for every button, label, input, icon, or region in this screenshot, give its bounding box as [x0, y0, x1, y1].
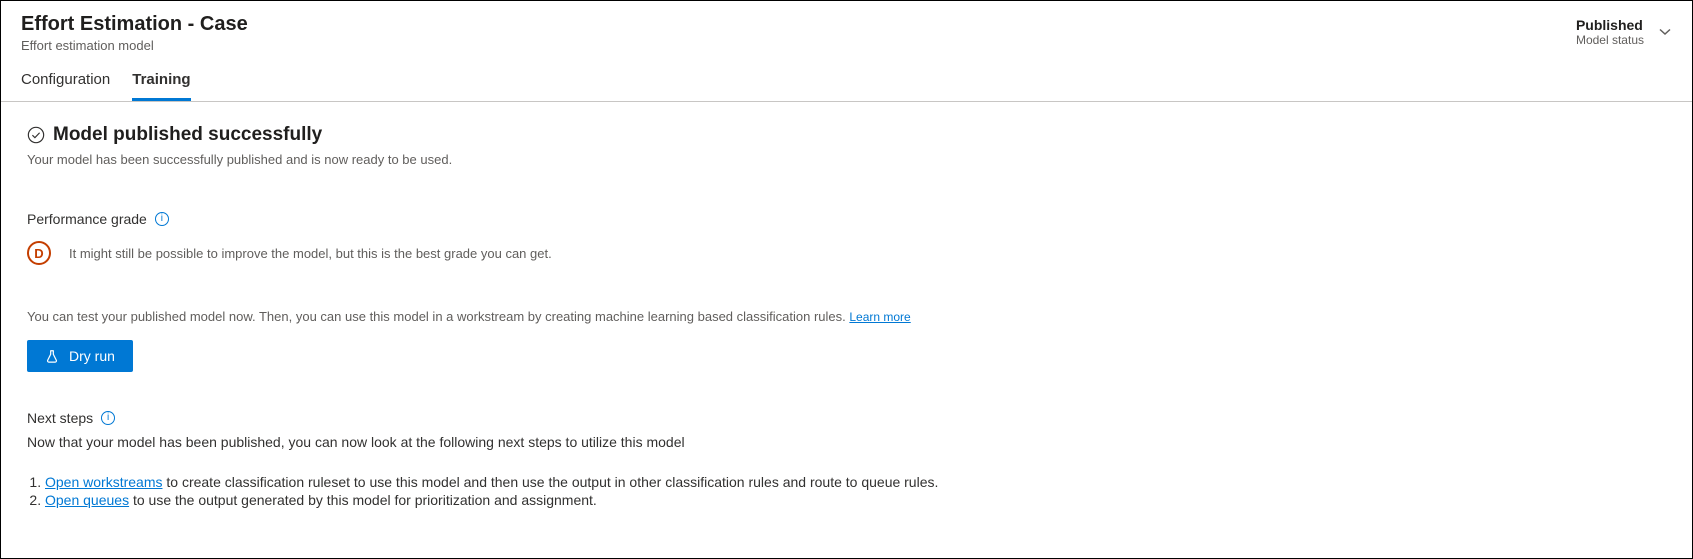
- tab-training[interactable]: Training: [132, 71, 190, 101]
- list-item: Open workstreams to create classificatio…: [45, 474, 1666, 490]
- success-subtitle: Your model has been successfully publish…: [27, 152, 1666, 167]
- checkmark-circle-icon: [27, 126, 45, 144]
- next-steps-list: Open workstreams to create classificatio…: [27, 474, 1666, 508]
- grade-text: It might still be possible to improve th…: [69, 246, 552, 261]
- grade-row: D It might still be possible to improve …: [27, 241, 1666, 265]
- success-title: Model published successfully: [53, 124, 322, 146]
- dry-run-button[interactable]: Dry run: [27, 340, 133, 372]
- info-icon[interactable]: i: [101, 411, 115, 425]
- header-right: Published Model status: [1576, 13, 1672, 47]
- success-row: Model published successfully: [27, 124, 1666, 146]
- flask-icon: [45, 349, 59, 363]
- next-steps-header: Next steps i: [27, 410, 1666, 426]
- info-icon[interactable]: i: [155, 212, 169, 226]
- page-header: Effort Estimation - Case Effort estimati…: [1, 1, 1692, 53]
- content-area: Model published successfully Your model …: [1, 102, 1692, 532]
- list-item-text: to use the output generated by this mode…: [129, 492, 597, 508]
- next-steps-label: Next steps: [27, 410, 93, 426]
- grade-badge: D: [27, 241, 51, 265]
- tab-configuration[interactable]: Configuration: [21, 71, 110, 101]
- page-subtitle: Effort estimation model: [21, 38, 248, 53]
- open-workstreams-link[interactable]: Open workstreams: [45, 474, 162, 490]
- tabs: Configuration Training: [1, 53, 1692, 102]
- status-label: Model status: [1576, 33, 1644, 47]
- dry-run-label: Dry run: [69, 348, 115, 364]
- page-title: Effort Estimation - Case: [21, 13, 248, 36]
- list-item-text: to create classification ruleset to use …: [162, 474, 938, 490]
- next-steps-desc: Now that your model has been published, …: [27, 434, 1666, 450]
- test-line: You can test your published model now. T…: [27, 309, 1666, 324]
- learn-more-link[interactable]: Learn more: [849, 310, 910, 324]
- status-value: Published: [1576, 17, 1644, 33]
- test-text: You can test your published model now. T…: [27, 309, 849, 324]
- chevron-down-icon[interactable]: [1658, 25, 1672, 39]
- list-item: Open queues to use the output generated …: [45, 492, 1666, 508]
- header-left: Effort Estimation - Case Effort estimati…: [21, 13, 248, 53]
- performance-label: Performance grade: [27, 211, 147, 227]
- open-queues-link[interactable]: Open queues: [45, 492, 129, 508]
- status-block: Published Model status: [1576, 17, 1644, 47]
- performance-header: Performance grade i: [27, 211, 1666, 227]
